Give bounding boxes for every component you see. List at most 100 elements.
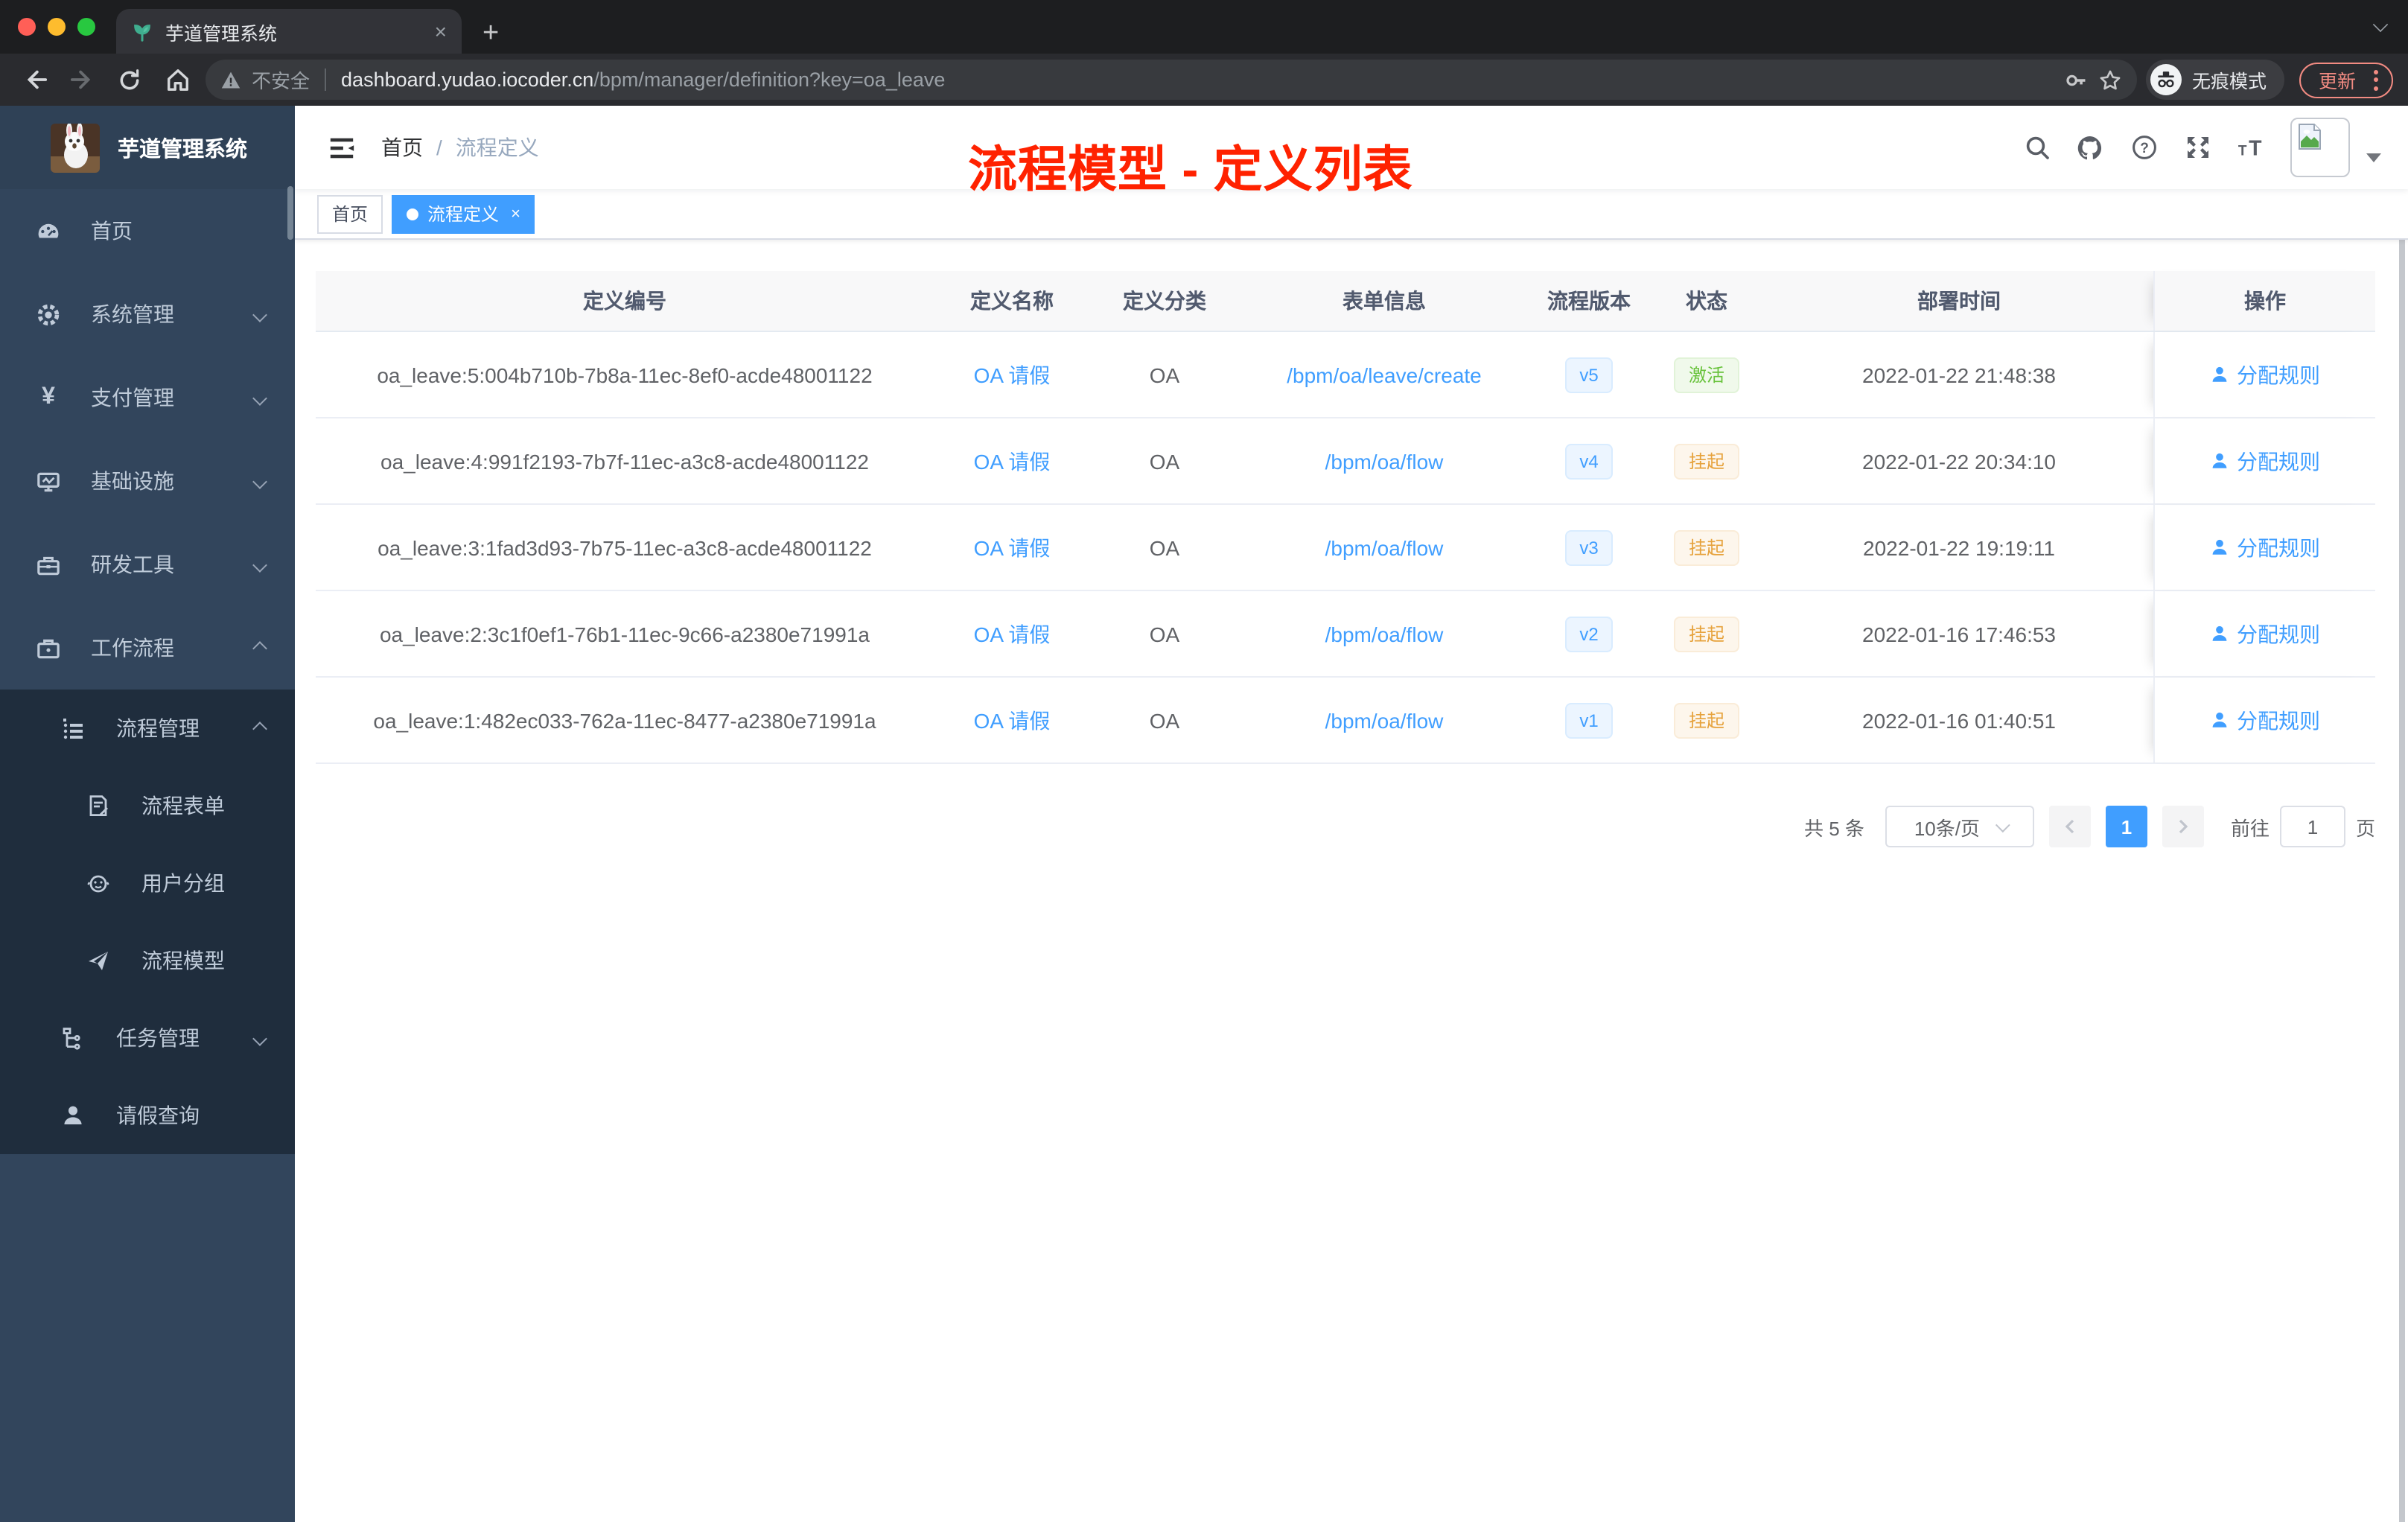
- assign-rule-button[interactable]: 分配规则: [2210, 705, 2320, 735]
- favicon-plant-icon: [131, 20, 153, 42]
- sidebar-item-label: 系统管理: [91, 302, 174, 326]
- page-content: 定义编号 定义名称 定义分类 表单信息 流程版本 状态 部署时间 操作 oa_l…: [295, 240, 2408, 847]
- col-header-deploy-time: 部署时间: [1917, 289, 2001, 313]
- definition-id: oa_leave:2:3c1f0ef1-76b1-11ec-9c66-a2380…: [379, 622, 870, 646]
- toolbox-icon: [36, 552, 61, 577]
- table-row: oa_leave:2:3c1f0ef1-76b1-11ec-9c66-a2380…: [316, 591, 2375, 678]
- tag-home[interactable]: 首页: [317, 194, 383, 233]
- browser-tab[interactable]: 芋道管理系统 ×: [116, 9, 462, 54]
- tag-close-icon[interactable]: ×: [511, 205, 520, 223]
- password-key-icon[interactable]: [2064, 68, 2088, 92]
- chevron-down-icon: [252, 557, 267, 572]
- incognito-label: 无痕模式: [2191, 71, 2267, 92]
- breadcrumb-home[interactable]: 首页: [381, 133, 423, 162]
- user-icon: [2212, 453, 2227, 468]
- help-question-icon[interactable]: ?: [2130, 133, 2158, 162]
- assign-rule-label: 分配规则: [2237, 449, 2320, 473]
- security-label[interactable]: 不安全: [252, 66, 310, 94]
- sidebar-scrollbar[interactable]: [287, 186, 293, 240]
- user-icon: [2212, 712, 2227, 727]
- sidebar-item-payment[interactable]: ¥ 支付管理: [0, 356, 295, 439]
- form-link[interactable]: /bpm/oa/flow: [1325, 708, 1444, 732]
- form-link[interactable]: /bpm/oa/flow: [1325, 622, 1444, 646]
- forward-icon[interactable]: [63, 60, 101, 99]
- minimize-window-button[interactable]: [48, 18, 66, 36]
- form-link[interactable]: /bpm/oa/flow: [1325, 535, 1444, 559]
- sidebar-item-task-management[interactable]: 任务管理: [0, 999, 295, 1077]
- sidebar-item-process-management[interactable]: 流程管理: [0, 690, 295, 767]
- pagination: 共 5 条 10条/页 1 前往 页: [316, 806, 2375, 847]
- fullscreen-icon[interactable]: [2183, 133, 2211, 162]
- font-size-icon[interactable]: TT: [2237, 133, 2265, 162]
- next-page-button[interactable]: [2162, 806, 2204, 847]
- bookmark-star-icon[interactable]: [2098, 68, 2122, 92]
- main-panel: 首页 / 流程定义 ? T T 流程模型 - 定义列表 首页 流程定义 × 定义…: [295, 106, 2408, 1522]
- yen-icon: ¥: [42, 384, 55, 410]
- url-bar[interactable]: 不安全 dashboard.yudao.iocoder.cn/bpm/manag…: [206, 60, 2137, 100]
- tab-close-icon[interactable]: ×: [435, 21, 447, 42]
- monitor-icon: [36, 468, 61, 494]
- prev-page-button[interactable]: [2048, 806, 2091, 847]
- deploy-time: 2022-01-22 20:34:10: [1862, 449, 2056, 473]
- sidebar-item-process-model[interactable]: 流程模型: [0, 922, 295, 999]
- home-icon[interactable]: [158, 60, 197, 99]
- sidebar-item-devtools[interactable]: 研发工具: [0, 523, 295, 606]
- assign-rule-button[interactable]: 分配规则: [2210, 360, 2320, 389]
- github-icon[interactable]: [2076, 133, 2104, 162]
- close-window-button[interactable]: [18, 18, 36, 36]
- zoom-window-button[interactable]: [77, 18, 95, 36]
- browser-update-button[interactable]: 更新: [2299, 62, 2393, 98]
- definition-id: oa_leave:4:991f2193-7b7f-11ec-a3c8-acde4…: [380, 449, 869, 473]
- security-warning-icon[interactable]: [220, 69, 241, 90]
- sidebar-item-infrastructure[interactable]: 基础设施: [0, 439, 295, 523]
- divider: [325, 69, 327, 91]
- page-scrollbar[interactable]: [2399, 106, 2405, 1522]
- tab-search-chevron-icon[interactable]: [2372, 16, 2389, 33]
- sidebar-item-label: 流程表单: [141, 794, 225, 818]
- avatar-dropdown-caret-icon[interactable]: [2366, 153, 2381, 162]
- form-link[interactable]: /bpm/oa/flow: [1325, 449, 1444, 473]
- app-logo-row[interactable]: 芋道管理系统: [0, 106, 295, 189]
- sidebar-item-leave-query[interactable]: 请假查询: [0, 1077, 295, 1154]
- back-icon[interactable]: [15, 60, 54, 99]
- sidebar-item-workflow[interactable]: 工作流程: [0, 606, 295, 690]
- user-icon: [2212, 625, 2227, 641]
- new-tab-button[interactable]: +: [482, 19, 499, 48]
- definition-name-link[interactable]: OA 请假: [974, 446, 1051, 476]
- tag-process-definition[interactable]: 流程定义 ×: [392, 194, 535, 233]
- assign-rule-button[interactable]: 分配规则: [2210, 532, 2320, 562]
- page-size-select[interactable]: 10条/页: [1885, 806, 2034, 847]
- reload-icon[interactable]: [110, 60, 149, 99]
- page-size-value: 10条/页: [1914, 817, 1980, 839]
- goto-page-input[interactable]: [2279, 806, 2345, 847]
- sidebar-item-system[interactable]: 系统管理: [0, 273, 295, 356]
- definition-name-link[interactable]: OA 请假: [974, 532, 1051, 562]
- table-row: oa_leave:5:004b710b-7b8a-11ec-8ef0-acde4…: [316, 332, 2375, 418]
- assign-rule-button[interactable]: 分配规则: [2210, 619, 2320, 649]
- sidebar-item-user-group[interactable]: 用户分组: [0, 844, 295, 922]
- definition-category: OA: [1149, 708, 1180, 732]
- chevron-down-icon: [252, 390, 267, 405]
- definition-id: oa_leave:1:482ec033-762a-11ec-8477-a2380…: [373, 708, 876, 732]
- sidebar-item-home[interactable]: 首页: [0, 189, 295, 273]
- definition-name-link[interactable]: OA 请假: [974, 360, 1051, 389]
- chevron-down-icon: [1994, 817, 2010, 832]
- sidebar-collapse-icon[interactable]: [316, 122, 366, 173]
- app-title: 芋道管理系统: [118, 138, 247, 162]
- definition-name-link[interactable]: OA 请假: [974, 705, 1051, 735]
- definition-name-link[interactable]: OA 请假: [974, 619, 1051, 649]
- url-text[interactable]: dashboard.yudao.iocoder.cn/bpm/manager/d…: [341, 69, 945, 91]
- version-badge: v5: [1564, 357, 1614, 392]
- sidebar-item-process-form[interactable]: 流程表单: [0, 767, 295, 844]
- form-link[interactable]: /bpm/oa/leave/create: [1287, 363, 1482, 386]
- table-header-row: 定义编号 定义名称 定义分类 表单信息 流程版本 状态 部署时间 操作: [316, 271, 2375, 332]
- page-number-1[interactable]: 1: [2105, 806, 2147, 847]
- paper-plane-icon: [86, 948, 112, 973]
- avatar-broken-image[interactable]: [2290, 118, 2350, 177]
- browser-menu-kebab-icon[interactable]: [2369, 69, 2383, 90]
- goto-label: 前往: [2230, 817, 2270, 839]
- sidebar-item-label: 用户分组: [141, 871, 225, 895]
- search-icon[interactable]: [2022, 133, 2051, 162]
- assign-rule-button[interactable]: 分配规则: [2210, 446, 2320, 476]
- chevron-down-icon: [252, 307, 267, 322]
